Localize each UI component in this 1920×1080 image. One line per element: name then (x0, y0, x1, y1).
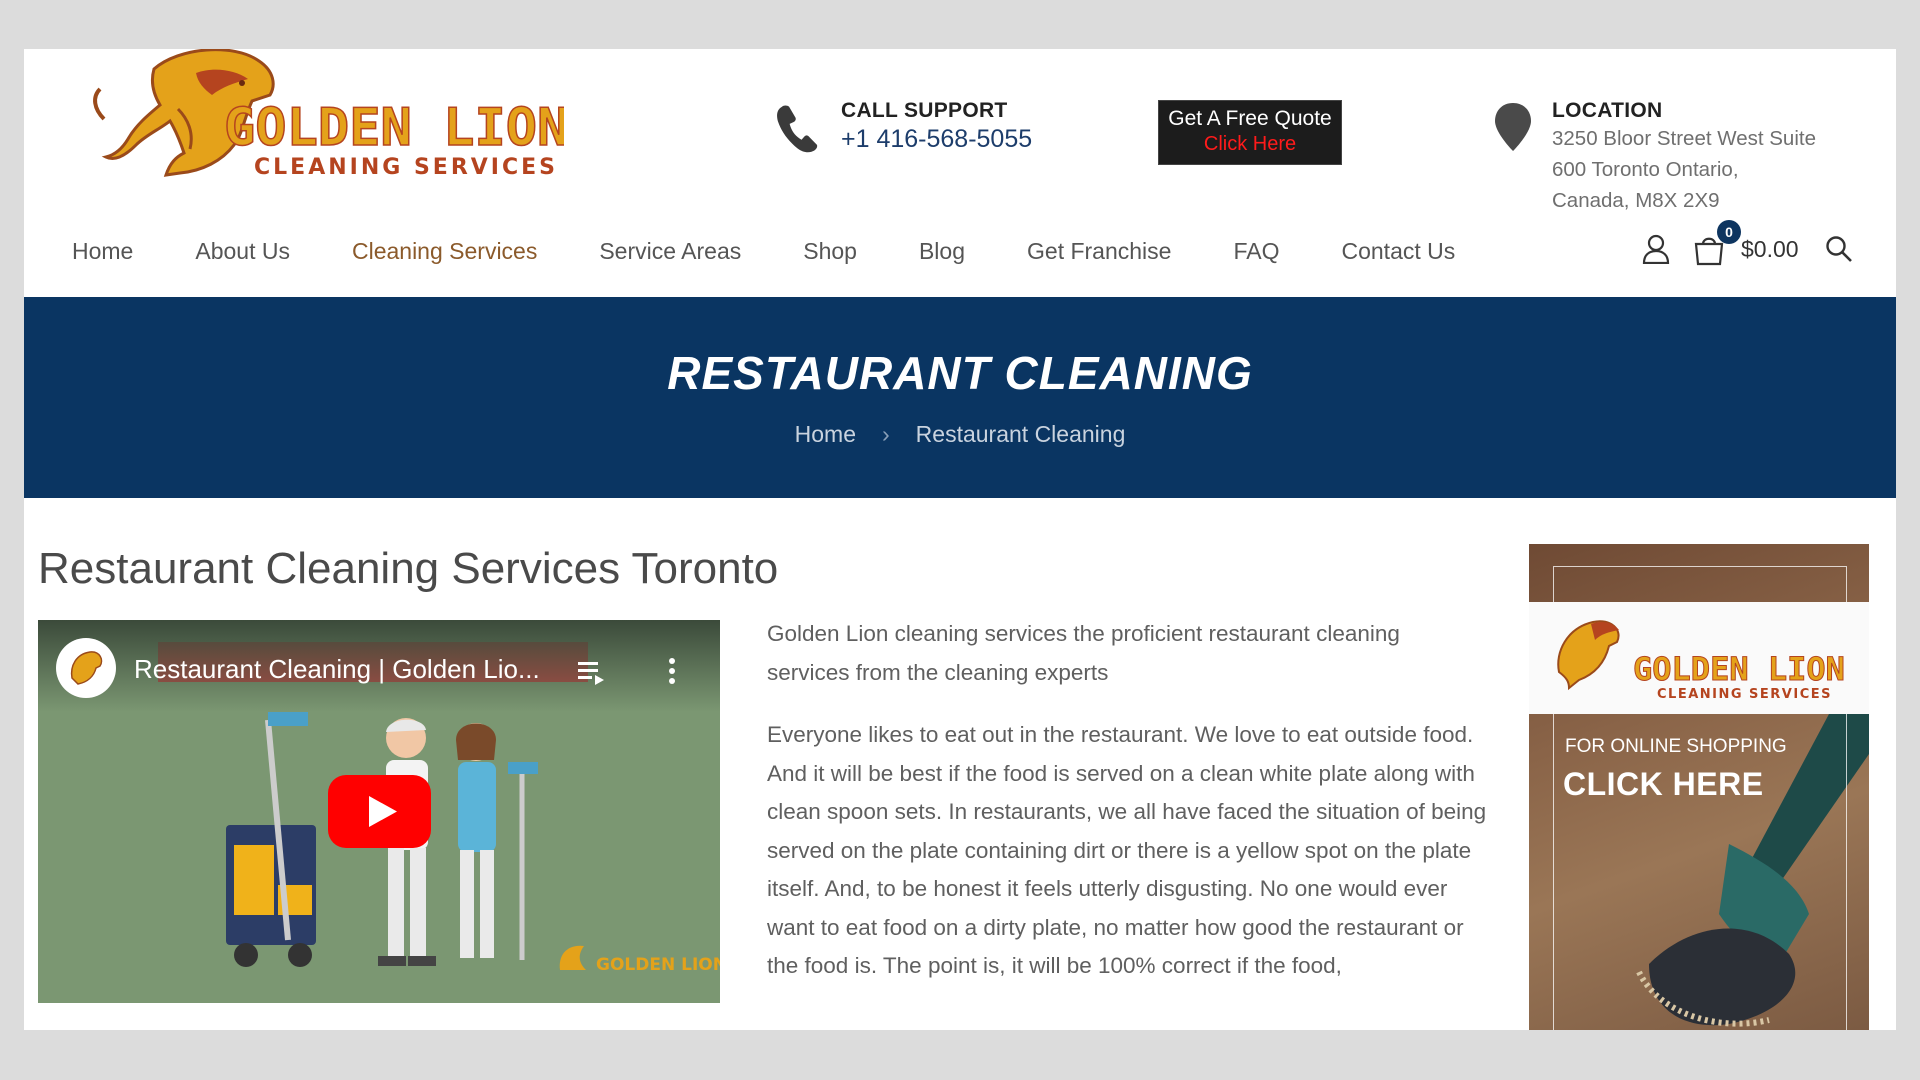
nav-shop[interactable]: Shop (803, 238, 857, 265)
location-pin-icon (1495, 103, 1531, 151)
channel-lion-icon (70, 651, 103, 685)
page: GOLDEN LION CLEANING SERVICES CALL SUPPO… (24, 49, 1896, 1030)
online-shopping-ad[interactable]: GOLDEN LION CLEANING SERVICES FOR ONLINE… (1529, 544, 1869, 1030)
nav-cleaning-services[interactable]: Cleaning Services (352, 238, 537, 265)
ad-logo-wordmark: GOLDEN LION (1633, 650, 1845, 688)
location-label: LOCATION (1552, 99, 1663, 122)
call-support-label: CALL SUPPORT (841, 99, 1008, 122)
page-title: RESTAURANT CLEANING (667, 347, 1253, 399)
nav-actions: 0 $0.00 (1642, 220, 1853, 271)
playlist-icon[interactable] (576, 658, 606, 686)
page-title-banner: RESTAURANT CLEANING Home › Restaurant Clea… (24, 297, 1896, 498)
intro-paragraph: Golden Lion cleaning services the profic… (767, 621, 1400, 685)
address-line: Canada, M8X 2X9 (1552, 189, 1720, 212)
lion-logo-graphic: GOLDEN LION CLEANING SERVICES (93, 49, 564, 180)
channel-avatar[interactable] (56, 638, 116, 698)
breadcrumb: Home › Restaurant Cleaning (24, 421, 1896, 448)
logo-tagline: CLEANING SERVICES (254, 155, 558, 180)
ad-cta: CLICK HERE (1563, 766, 1764, 802)
location-address: 3250 Bloor Street West Suite 600 Toronto… (1552, 123, 1872, 216)
ad-lion-logo: GOLDEN LION CLEANING SERVICES (1557, 620, 1845, 702)
nav-get-franchise[interactable]: Get Franchise (1027, 238, 1171, 265)
breadcrumb-home[interactable]: Home (795, 421, 856, 447)
quote-button-cta: Click Here (1203, 133, 1297, 155)
address-line: 600 Toronto Ontario, (1552, 158, 1739, 181)
user-icon[interactable] (1642, 234, 1670, 264)
nav-contact-us[interactable]: Contact Us (1341, 238, 1455, 265)
cart-button[interactable]: 0 (1692, 220, 1741, 266)
ad-logo-band: GOLDEN LION CLEANING SERVICES (1529, 602, 1869, 714)
breadcrumb-current: Restaurant Cleaning (915, 421, 1126, 447)
nav-home[interactable]: Home (72, 238, 133, 265)
nav-blog[interactable]: Blog (919, 238, 965, 265)
site-logo[interactable]: GOLDEN LION CLEANING SERVICES (84, 49, 564, 184)
youtube-video-embed[interactable]: GOLDEN LION Restaurant Cleaning | Golden… (38, 620, 720, 1003)
more-vert-icon[interactable] (666, 656, 678, 686)
address-line: 3250 Bloor Street West Suite (1552, 127, 1816, 150)
main-nav: Home About Us Cleaning Services Service … (72, 231, 1517, 271)
video-watermark: GOLDEN LION (596, 955, 720, 975)
article-body: Golden Lion cleaning services the profic… (767, 615, 1487, 1010)
nav-faq[interactable]: FAQ (1233, 238, 1279, 265)
support-phone-link[interactable]: +1 416-568-5055 (841, 125, 1032, 154)
logo-wordmark: GOLDEN LION (224, 98, 564, 158)
free-quote-button[interactable]: Get A Free Quote Click Here (1158, 100, 1342, 165)
phone-icon (777, 105, 818, 153)
nav-service-areas[interactable]: Service Areas (599, 238, 741, 265)
video-title[interactable]: Restaurant Cleaning | Golden Lio... (134, 654, 540, 685)
content-heading: Restaurant Cleaning Services Toronto (38, 544, 779, 593)
youtube-play-icon[interactable] (328, 775, 431, 848)
ad-subtitle: FOR ONLINE SHOPPING (1565, 736, 1787, 757)
body-paragraph: Everyone likes to eat out in the restaur… (767, 722, 1487, 978)
ad-logo-tagline: CLEANING SERVICES (1657, 687, 1832, 702)
breadcrumb-separator: › (882, 421, 890, 447)
cart-count-badge: 0 (1717, 220, 1741, 244)
cart-total[interactable]: $0.00 (1741, 236, 1799, 263)
search-icon[interactable] (1825, 235, 1853, 263)
quote-button-label: Get A Free Quote (1168, 107, 1332, 130)
nav-about-us[interactable]: About Us (195, 238, 290, 265)
